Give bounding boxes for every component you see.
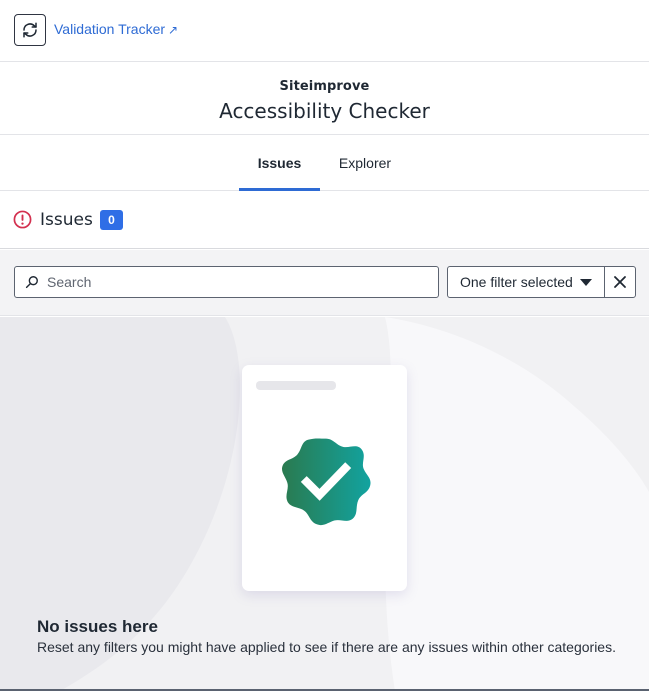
issues-count-badge: 0 xyxy=(100,210,123,230)
brand-name: Siteimprove xyxy=(279,79,370,94)
tab-bar: Issues Explorer xyxy=(0,136,649,191)
tab-issues[interactable]: Issues xyxy=(239,136,320,191)
search-field[interactable] xyxy=(14,266,439,298)
search-icon xyxy=(25,276,38,289)
empty-state: No issues here Reset any filters you mig… xyxy=(0,317,649,691)
issues-header: Issues 0 xyxy=(0,192,649,249)
filter-dropdown[interactable]: One filter selected xyxy=(447,266,605,298)
issues-title: Issues xyxy=(40,210,93,230)
filter-dropdown-label: One filter selected xyxy=(460,274,573,290)
validation-tracker-link[interactable]: Validation Tracker ↗ xyxy=(54,21,178,37)
caret-down-icon xyxy=(580,279,592,286)
refresh-icon xyxy=(23,22,37,38)
refresh-button[interactable] xyxy=(14,14,46,46)
empty-state-description: Reset any filters you might have applied… xyxy=(37,639,616,655)
top-bar: Validation Tracker ↗ xyxy=(0,0,649,62)
tab-explorer[interactable]: Explorer xyxy=(330,136,400,191)
filter-bar: One filter selected xyxy=(0,250,649,316)
search-input[interactable] xyxy=(47,267,432,297)
app-header: Siteimprove Accessibility Checker xyxy=(0,63,649,135)
empty-state-title: No issues here xyxy=(37,617,158,636)
illustration-card xyxy=(242,365,407,591)
validation-tracker-label: Validation Tracker xyxy=(54,21,166,37)
external-link-icon: ↗ xyxy=(168,23,179,37)
card-placeholder-bar xyxy=(256,381,336,390)
app-title: Accessibility Checker xyxy=(219,99,430,123)
clear-filters-button[interactable] xyxy=(604,266,636,298)
close-icon xyxy=(614,276,626,288)
check-badge-icon xyxy=(282,438,371,526)
alert-circle-icon xyxy=(13,210,32,229)
